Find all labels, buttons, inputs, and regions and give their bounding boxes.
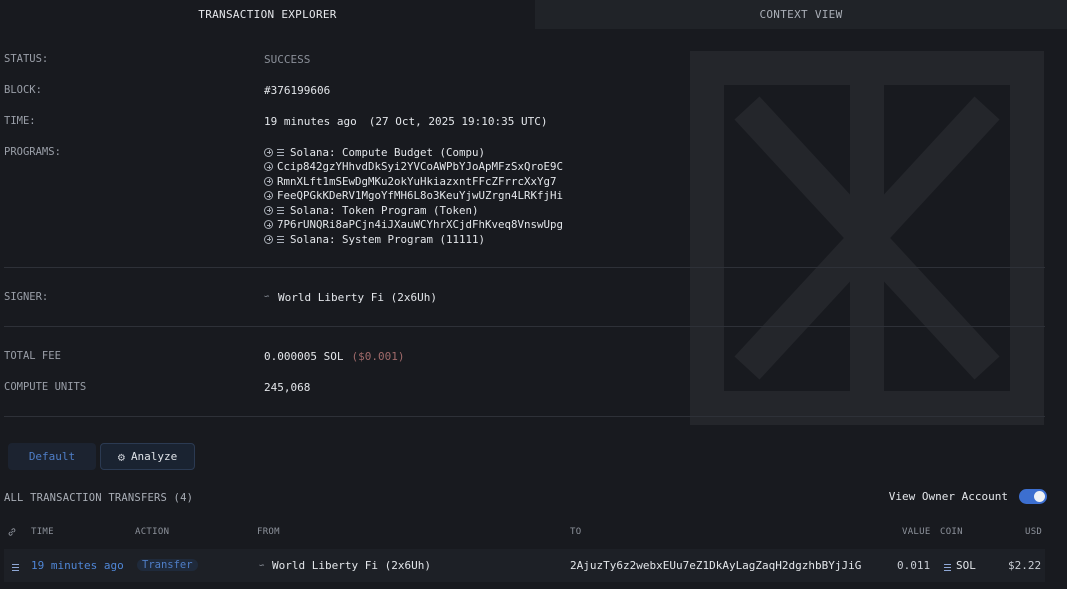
block-value[interactable]: #376199606 — [264, 84, 330, 97]
wing-icon: ∽ — [259, 561, 265, 571]
analyze-mode-label: Analyze — [130, 450, 178, 463]
status-label: STATUS: — [4, 53, 49, 65]
program-name: Solana: Token Program (Token) — [290, 203, 479, 217]
fee-row: TOTAL FEE 0.000005 SOL ($0.001) — [4, 349, 404, 363]
expand-icon[interactable] — [264, 220, 273, 230]
transfers-title: ALL TRANSACTION TRANSFERS (4) — [4, 492, 194, 504]
expand-icon[interactable] — [264, 191, 273, 201]
time-value: 19 minutes ago — [264, 114, 357, 128]
program-name: FeeQPGkKDeRV1MgoYfMH6L8o3KeuYjwUZrgn4LRK… — [277, 189, 564, 203]
lines-icon — [277, 148, 284, 156]
program-item[interactable]: FeeQPGkKDeRV1MgoYfMH6L8o3KeuYjwUZrgn4LRK… — [264, 189, 563, 204]
gear-icon: ⚙ — [117, 449, 125, 464]
col-action: ACTION — [135, 527, 170, 537]
time-label: TIME: — [4, 115, 36, 127]
status-value: SUCCESS — [264, 52, 311, 66]
compute-row: COMPUTE UNITS 245,068 — [4, 380, 310, 394]
col-to: TO — [570, 527, 582, 537]
expand-icon[interactable] — [264, 205, 273, 215]
program-item[interactable]: Solana: Token Program (Token) — [264, 203, 563, 218]
action-badge[interactable]: Transfer — [137, 558, 198, 572]
analyze-mode-button[interactable]: ⚙ Analyze — [100, 443, 195, 470]
transfer-to[interactable]: 2AjuzTy6z2webxEUu7eZ1DkAyLagZaqH2dgzhbBY… — [570, 559, 861, 572]
lines-icon — [12, 561, 19, 574]
transfer-from[interactable]: World Liberty Fi (2x6Uh) — [272, 559, 431, 572]
owner-toggle-switch[interactable] — [1019, 489, 1047, 504]
divider — [4, 326, 1045, 327]
col-from: FROM — [257, 527, 280, 537]
programs-row: PROGRAMS: — [4, 145, 264, 159]
divider — [4, 267, 1045, 268]
tab-transaction-explorer[interactable]: TRANSACTION EXPLORER — [0, 0, 535, 29]
background-pattern — [690, 51, 1044, 425]
transfer-usd: $2.22 — [1008, 559, 1042, 572]
fee-label: TOTAL FEE — [4, 350, 61, 362]
transfer-coin: SOL — [956, 559, 976, 572]
program-item[interactable]: 7P6rUNQRi8aPCjn4iJXauWCYhrXCjdFhKveq8Vns… — [264, 218, 563, 233]
programs-list: Solana: Compute Budget (Compu) Ccip842gz… — [264, 145, 563, 247]
owner-account-toggle: View Owner Account — [889, 489, 1047, 504]
col-coin: COIN — [940, 527, 963, 537]
owner-toggle-label: View Owner Account — [888, 490, 1008, 503]
block-row: BLOCK: #376199606 — [4, 83, 330, 97]
signer-label: SIGNER: — [4, 291, 49, 303]
col-time: TIME — [31, 527, 54, 537]
program-item[interactable]: Solana: System Program (11111) — [264, 232, 563, 247]
block-label: BLOCK: — [4, 84, 42, 96]
program-item[interactable]: Solana: Compute Budget (Compu) — [264, 145, 563, 160]
default-mode-label: Default — [28, 450, 76, 463]
lines-icon — [944, 561, 951, 574]
program-item[interactable]: Ccip842gzYHhvdDkSyi2YVCoAWPbYJoApMFzSxQr… — [264, 160, 563, 175]
link-icon — [8, 528, 16, 536]
compute-label: COMPUTE UNITS — [4, 381, 87, 393]
lines-icon — [277, 206, 284, 214]
expand-icon[interactable] — [264, 162, 273, 172]
time-row: TIME: 19 minutes ago (27 Oct, 2025 19:10… — [4, 114, 548, 128]
lines-icon — [277, 235, 284, 243]
signer-row: SIGNER: ∽ World Liberty Fi (2x6Uh) — [4, 290, 437, 304]
transfer-time[interactable]: 19 minutes ago — [31, 559, 124, 572]
signer-value[interactable]: World Liberty Fi (2x6Uh) — [278, 291, 437, 304]
divider — [4, 416, 1045, 417]
fee-value: 0.000005 SOL — [264, 349, 344, 363]
col-value: VALUE — [902, 527, 931, 537]
tab-context-view[interactable]: CONTEXT VIEW — [535, 0, 1067, 29]
default-mode-button[interactable]: Default — [8, 443, 96, 470]
program-name: Solana: System Program (11111) — [290, 232, 486, 246]
col-usd: USD — [1025, 527, 1043, 537]
program-name: 7P6rUNQRi8aPCjn4iJXauWCYhrXCjdFhKveq8Vns… — [277, 218, 564, 232]
wing-icon: ∽ — [264, 292, 270, 302]
view-tabs: TRANSACTION EXPLORER CONTEXT VIEW — [0, 0, 1067, 29]
programs-label: PROGRAMS: — [4, 146, 61, 158]
program-name: RmnXLft1mSEwDgMKu2okYuHkiazxntFFcZFrrcXx… — [277, 174, 557, 188]
compute-value: 245,068 — [264, 380, 311, 394]
expand-icon[interactable] — [264, 147, 273, 157]
action-label: Transfer — [137, 559, 198, 571]
program-name: Solana: Compute Budget (Compu) — [290, 145, 486, 159]
status-row: STATUS: SUCCESS — [4, 52, 310, 66]
expand-icon[interactable] — [264, 234, 273, 244]
transfer-value: 0.011 — [897, 559, 931, 572]
time-exact: (27 Oct, 2025 19:10:35 UTC) — [368, 114, 548, 128]
fee-usd: ($0.001) — [351, 349, 405, 363]
expand-icon[interactable] — [264, 176, 273, 186]
program-name: Ccip842gzYHhvdDkSyi2YVCoAWPbYJoApMFzSxQr… — [277, 160, 564, 174]
toggle-knob — [1034, 491, 1045, 502]
program-item[interactable]: RmnXLft1mSEwDgMKu2okYuHkiazxntFFcZFrrcXx… — [264, 174, 563, 189]
